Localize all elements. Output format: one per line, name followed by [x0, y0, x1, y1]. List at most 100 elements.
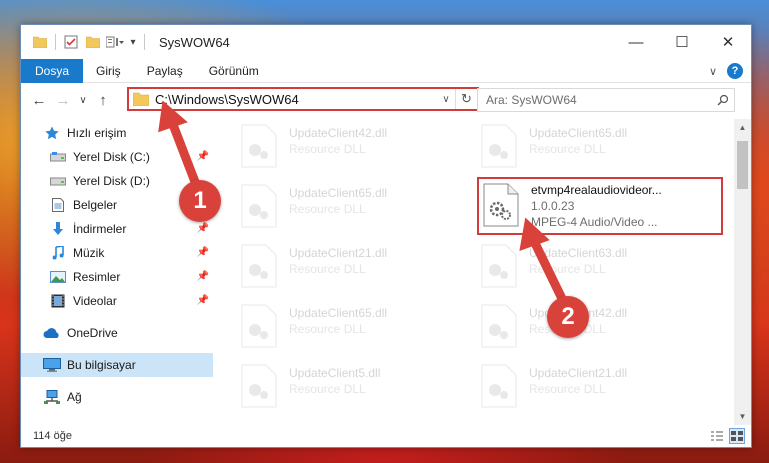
- dll-file-icon: [241, 364, 281, 410]
- file-name: UpdateClient5.dll: [289, 366, 381, 380]
- file-tile[interactable]: UpdateClient65.dll Resource DLL: [237, 301, 467, 357]
- file-description: Resource DLL: [289, 382, 366, 396]
- customize-toolbar-icon[interactable]: [104, 31, 126, 53]
- chevron-down-icon[interactable]: ∨: [709, 65, 717, 78]
- separator: [144, 34, 145, 50]
- sidebar-item-label: Resimler: [73, 270, 121, 284]
- file-tile[interactable]: UpdateClient42.dll Resource DLL: [237, 121, 467, 177]
- video-icon: [49, 292, 67, 310]
- up-button[interactable]: ↑: [91, 88, 115, 112]
- scroll-thumb[interactable]: [737, 141, 748, 189]
- file-tile[interactable]: UpdateClient5.dll Resource DLL: [237, 361, 467, 417]
- refresh-button[interactable]: ↻: [455, 89, 477, 109]
- properties-icon[interactable]: [60, 31, 82, 53]
- chevron-down-icon[interactable]: ▾: [126, 31, 140, 53]
- search-icon[interactable]: [712, 94, 734, 106]
- tab-view[interactable]: Görünüm: [196, 59, 272, 83]
- pin-icon[interactable]: 📌: [197, 295, 209, 306]
- pictures-icon: [49, 268, 67, 286]
- details-view-icon[interactable]: [709, 428, 725, 444]
- window-title: SysWOW64: [159, 34, 230, 50]
- file-description: Resource DLL: [529, 382, 606, 396]
- sidebar-item-label: Ağ: [67, 390, 82, 404]
- sidebar-item-pictures[interactable]: Resimler 📌: [21, 265, 213, 289]
- ribbon-right: ∨ ?: [709, 59, 743, 83]
- scroll-up-icon[interactable]: ▲: [734, 119, 751, 136]
- file-list: UpdateClient42.dll Resource DLL UpdateCli…: [217, 119, 733, 425]
- file-description: Resource DLL: [289, 262, 366, 276]
- maximize-button[interactable]: ☐: [659, 25, 705, 59]
- file-name: UpdateClient65.dll: [289, 306, 388, 320]
- sidebar-item-onedrive[interactable]: OneDrive: [21, 321, 213, 345]
- file-tile[interactable]: UpdateClient21.dll Resource DLL: [477, 361, 707, 417]
- file-name: UpdateClient65.dll: [289, 186, 388, 200]
- sidebar-item-network[interactable]: Ağ: [21, 385, 213, 409]
- folder-icon: [133, 92, 149, 106]
- sidebar-item-label: Belgeler: [73, 198, 118, 212]
- file-name: UpdateClient21.dll: [529, 366, 628, 380]
- dll-file-icon: [241, 304, 281, 350]
- download-icon: [49, 220, 67, 238]
- dll-file-icon: [481, 364, 521, 410]
- step-badge-1: 1: [179, 180, 221, 222]
- drive-icon: [49, 172, 67, 190]
- tab-share[interactable]: Paylaş: [134, 59, 196, 83]
- sidebar-item-label: Yerel Disk (D:): [73, 174, 150, 188]
- pin-icon[interactable]: 📌: [197, 271, 209, 282]
- title-bar: ▾ SysWOW64 — ☐ ✕: [21, 25, 751, 59]
- address-dropdown[interactable]: ∨: [437, 94, 455, 105]
- file-name: UpdateClient65.dll: [529, 126, 628, 140]
- sidebar-item-this-pc[interactable]: Bu bilgisayar: [21, 353, 213, 377]
- sidebar-item-label: Yerel Disk (C:): [73, 150, 150, 164]
- close-button[interactable]: ✕: [705, 25, 751, 59]
- sidebar-item-label: Videolar: [73, 294, 117, 308]
- forward-button[interactable]: →: [51, 88, 75, 112]
- item-count: 114 öğe: [33, 430, 72, 442]
- file-description: Resource DLL: [289, 322, 366, 336]
- tiles-view-icon[interactable]: [729, 428, 745, 444]
- tab-home[interactable]: Giriş: [83, 59, 134, 83]
- sidebar-item-label: İndirmeler: [73, 222, 127, 236]
- navigation-bar: ← → ∨ ↑ C:\Windows\SysWOW64 ∨ ↻ Ara: Sys…: [21, 83, 751, 117]
- cloud-icon: [43, 324, 61, 342]
- minimize-button[interactable]: —: [613, 25, 659, 59]
- pin-icon[interactable]: 📌: [197, 223, 209, 234]
- step-badge-2: 2: [547, 296, 589, 338]
- window-controls: — ☐ ✕: [613, 25, 751, 59]
- file-description: Resource DLL: [529, 142, 606, 156]
- view-switcher: [709, 428, 745, 444]
- sidebar-item-videos[interactable]: Videolar 📌: [21, 289, 213, 313]
- file-tile[interactable]: UpdateClient65.dll Resource DLL: [237, 181, 467, 237]
- music-icon: [49, 244, 67, 262]
- back-button[interactable]: ←: [27, 88, 51, 112]
- file-version: 1.0.0.23: [531, 199, 575, 213]
- file-tile[interactable]: UpdateClient65.dll Resource DLL: [477, 121, 707, 177]
- drive-icon: [49, 148, 67, 166]
- sidebar-item-label: Müzik: [73, 246, 105, 260]
- documents-icon: [49, 196, 67, 214]
- dll-file-icon: [481, 124, 521, 170]
- search-input[interactable]: Ara: SysWOW64: [486, 93, 712, 107]
- sidebar-item-downloads[interactable]: İndirmeler 📌: [21, 217, 213, 241]
- computer-icon: [43, 356, 61, 374]
- dll-file-icon: [241, 244, 281, 290]
- status-bar: 114 öğe: [21, 425, 751, 447]
- recent-locations-button[interactable]: ∨: [75, 88, 91, 112]
- tab-file[interactable]: Dosya: [21, 58, 84, 83]
- sidebar-item-music[interactable]: Müzik 📌: [21, 241, 213, 265]
- scroll-down-icon[interactable]: ▼: [734, 408, 751, 425]
- vertical-scrollbar[interactable]: ▲ ▼: [734, 119, 751, 425]
- help-button[interactable]: ?: [727, 63, 743, 79]
- new-folder-icon[interactable]: [82, 31, 104, 53]
- network-icon: [43, 388, 61, 406]
- folder-icon: [29, 31, 51, 53]
- ribbon-tabs: Dosya Giriş Paylaş Görünüm ∨ ?: [21, 58, 751, 83]
- search-box[interactable]: Ara: SysWOW64: [477, 88, 735, 112]
- pin-icon[interactable]: 📌: [197, 247, 209, 258]
- dll-file-icon: [241, 184, 281, 230]
- separator: [55, 34, 56, 50]
- file-tile[interactable]: UpdateClient21.dll Resource DLL: [237, 241, 467, 297]
